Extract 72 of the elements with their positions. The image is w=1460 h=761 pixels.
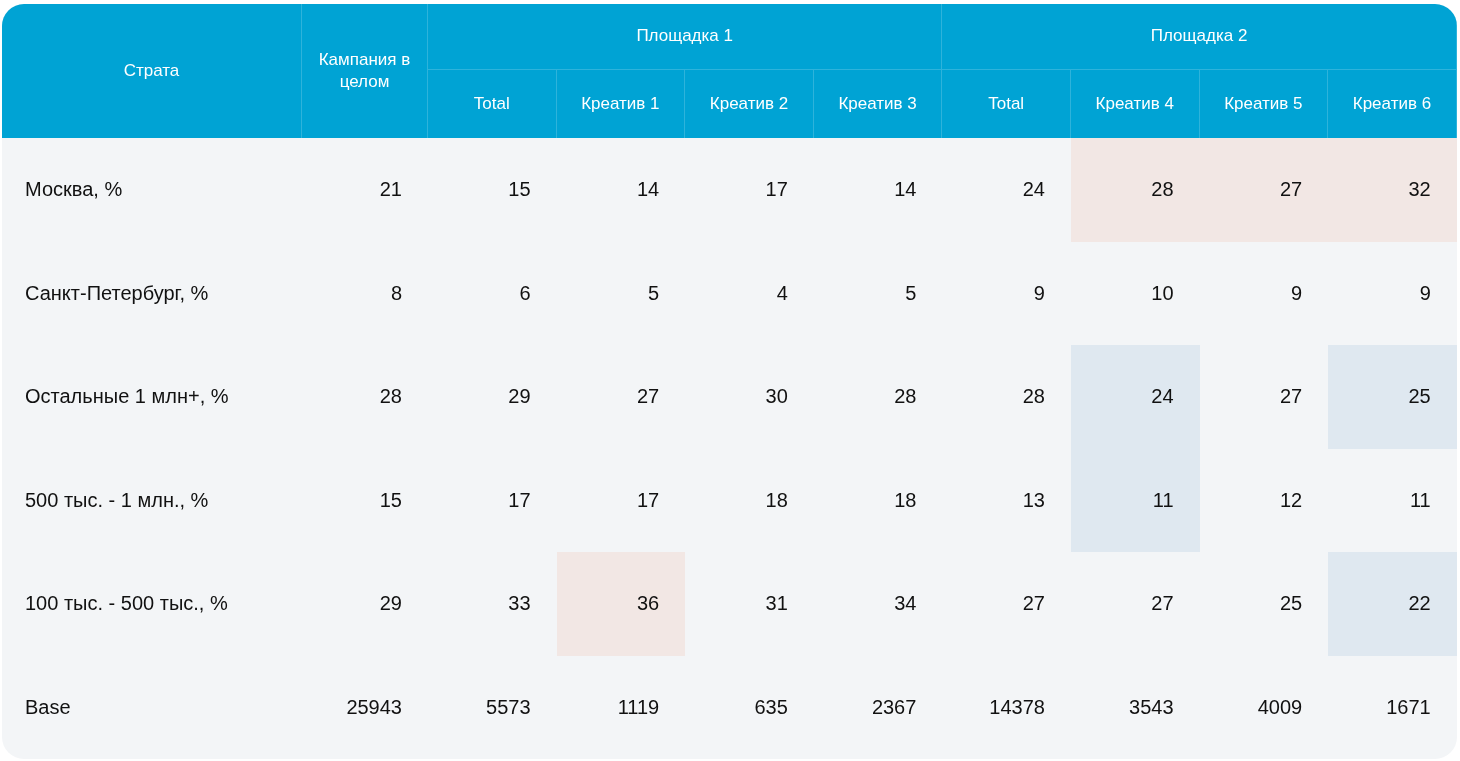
table-cell-text: 28 (1021, 384, 1046, 410)
row-label: Base (24, 694, 72, 720)
table-cell-text: 12 (1278, 487, 1304, 513)
table-cell-text: 17 (635, 487, 661, 513)
group-header: Площадка 2 (942, 4, 1457, 70)
column-header: Кампания в целом (302, 4, 428, 138)
table-cell-text: 15 (378, 487, 403, 513)
column-header: Креатив 2 (685, 70, 814, 138)
table-cell: 36 (556, 552, 686, 656)
column-header: Креатив 4 (1070, 70, 1200, 138)
row-label: Санкт-Петербург, % (24, 280, 210, 306)
table-cell-text: 33 (507, 591, 532, 617)
column-header: Total (942, 70, 1071, 138)
table-cell: 25 (1328, 345, 1457, 449)
column-header: Страта (2, 4, 302, 138)
table-cell-text: 4 (775, 280, 789, 306)
table-cell-text: 34 (893, 591, 918, 617)
table-cell-text: 10 (1150, 280, 1175, 306)
column-header: Total (428, 70, 557, 138)
table-cell-text: 635 (753, 694, 789, 720)
table-cell-text: 18 (764, 487, 789, 513)
table-cell-text: 27 (1150, 591, 1175, 617)
table-cell-text: 2367 (870, 694, 918, 720)
table-cell: 22 (1328, 552, 1457, 656)
table-cell-text: 4009 (1256, 694, 1304, 720)
column-header: Креатив 6 (1328, 70, 1457, 138)
table-cell-text: 5573 (485, 694, 532, 720)
table-cell: 11 (1070, 448, 1200, 552)
table-cell-text: 25943 (345, 694, 403, 720)
table-cell-text: 14 (893, 177, 918, 203)
column-header: Креатив 5 (1199, 70, 1329, 138)
column-header: Креатив 3 (813, 70, 943, 138)
table-cell-text: 25 (1278, 591, 1304, 617)
table-cell: 24 (1070, 345, 1200, 449)
row-label: Москва, % (24, 177, 124, 203)
row-label: 500 тыс. - 1 млн., % (24, 487, 210, 513)
table-cell-text: 6 (518, 280, 532, 306)
table-cell-text: 31 (764, 591, 789, 617)
table-cell-text: 1671 (1385, 694, 1432, 720)
table-cell-text: 5 (647, 280, 661, 306)
table-cell-text: 30 (764, 384, 789, 410)
table-cell-text: 29 (378, 591, 403, 617)
table-cell-text: 27 (1278, 384, 1304, 410)
table-cell-text: 21 (378, 177, 403, 203)
table-cell-text: 9 (1032, 280, 1046, 306)
table-cell-text: 8 (389, 280, 403, 306)
table-cell: 27 (1199, 138, 1329, 242)
table-cell-text: 5 (904, 280, 918, 306)
table-cell-text: 17 (764, 177, 789, 203)
table-cell-text: 1119 (616, 694, 661, 720)
table-cell-text: 27 (635, 384, 661, 410)
table-cell-text: 9 (1418, 280, 1432, 306)
table-cell-text: 18 (893, 487, 918, 513)
table-cell-text: 27 (1021, 591, 1046, 617)
row-label: Остальные 1 млн+, % (24, 384, 230, 410)
table-cell: 28 (1070, 138, 1200, 242)
table-cell-text: 13 (1021, 487, 1046, 513)
table-cell-text: 15 (507, 177, 532, 203)
table-cell-text: 3543 (1128, 694, 1175, 720)
table-cell-text: 14378 (988, 694, 1046, 720)
table-cell-text: 24 (1021, 177, 1046, 203)
row-label: 100 тыс. - 500 тыс., % (24, 591, 229, 617)
table-cell-text: 9 (1290, 280, 1304, 306)
group-header: Площадка 1 (428, 4, 943, 70)
column-header: Креатив 1 (556, 70, 686, 138)
table-cell: 32 (1328, 138, 1457, 242)
table-cell-text: 11 (1409, 487, 1432, 513)
table-cell-text: 28 (893, 384, 918, 410)
table-cell-text: 28 (378, 384, 403, 410)
table-cell-text: 17 (507, 487, 532, 513)
table-cell-text: 29 (507, 384, 532, 410)
table-cell-text: 14 (635, 177, 661, 203)
